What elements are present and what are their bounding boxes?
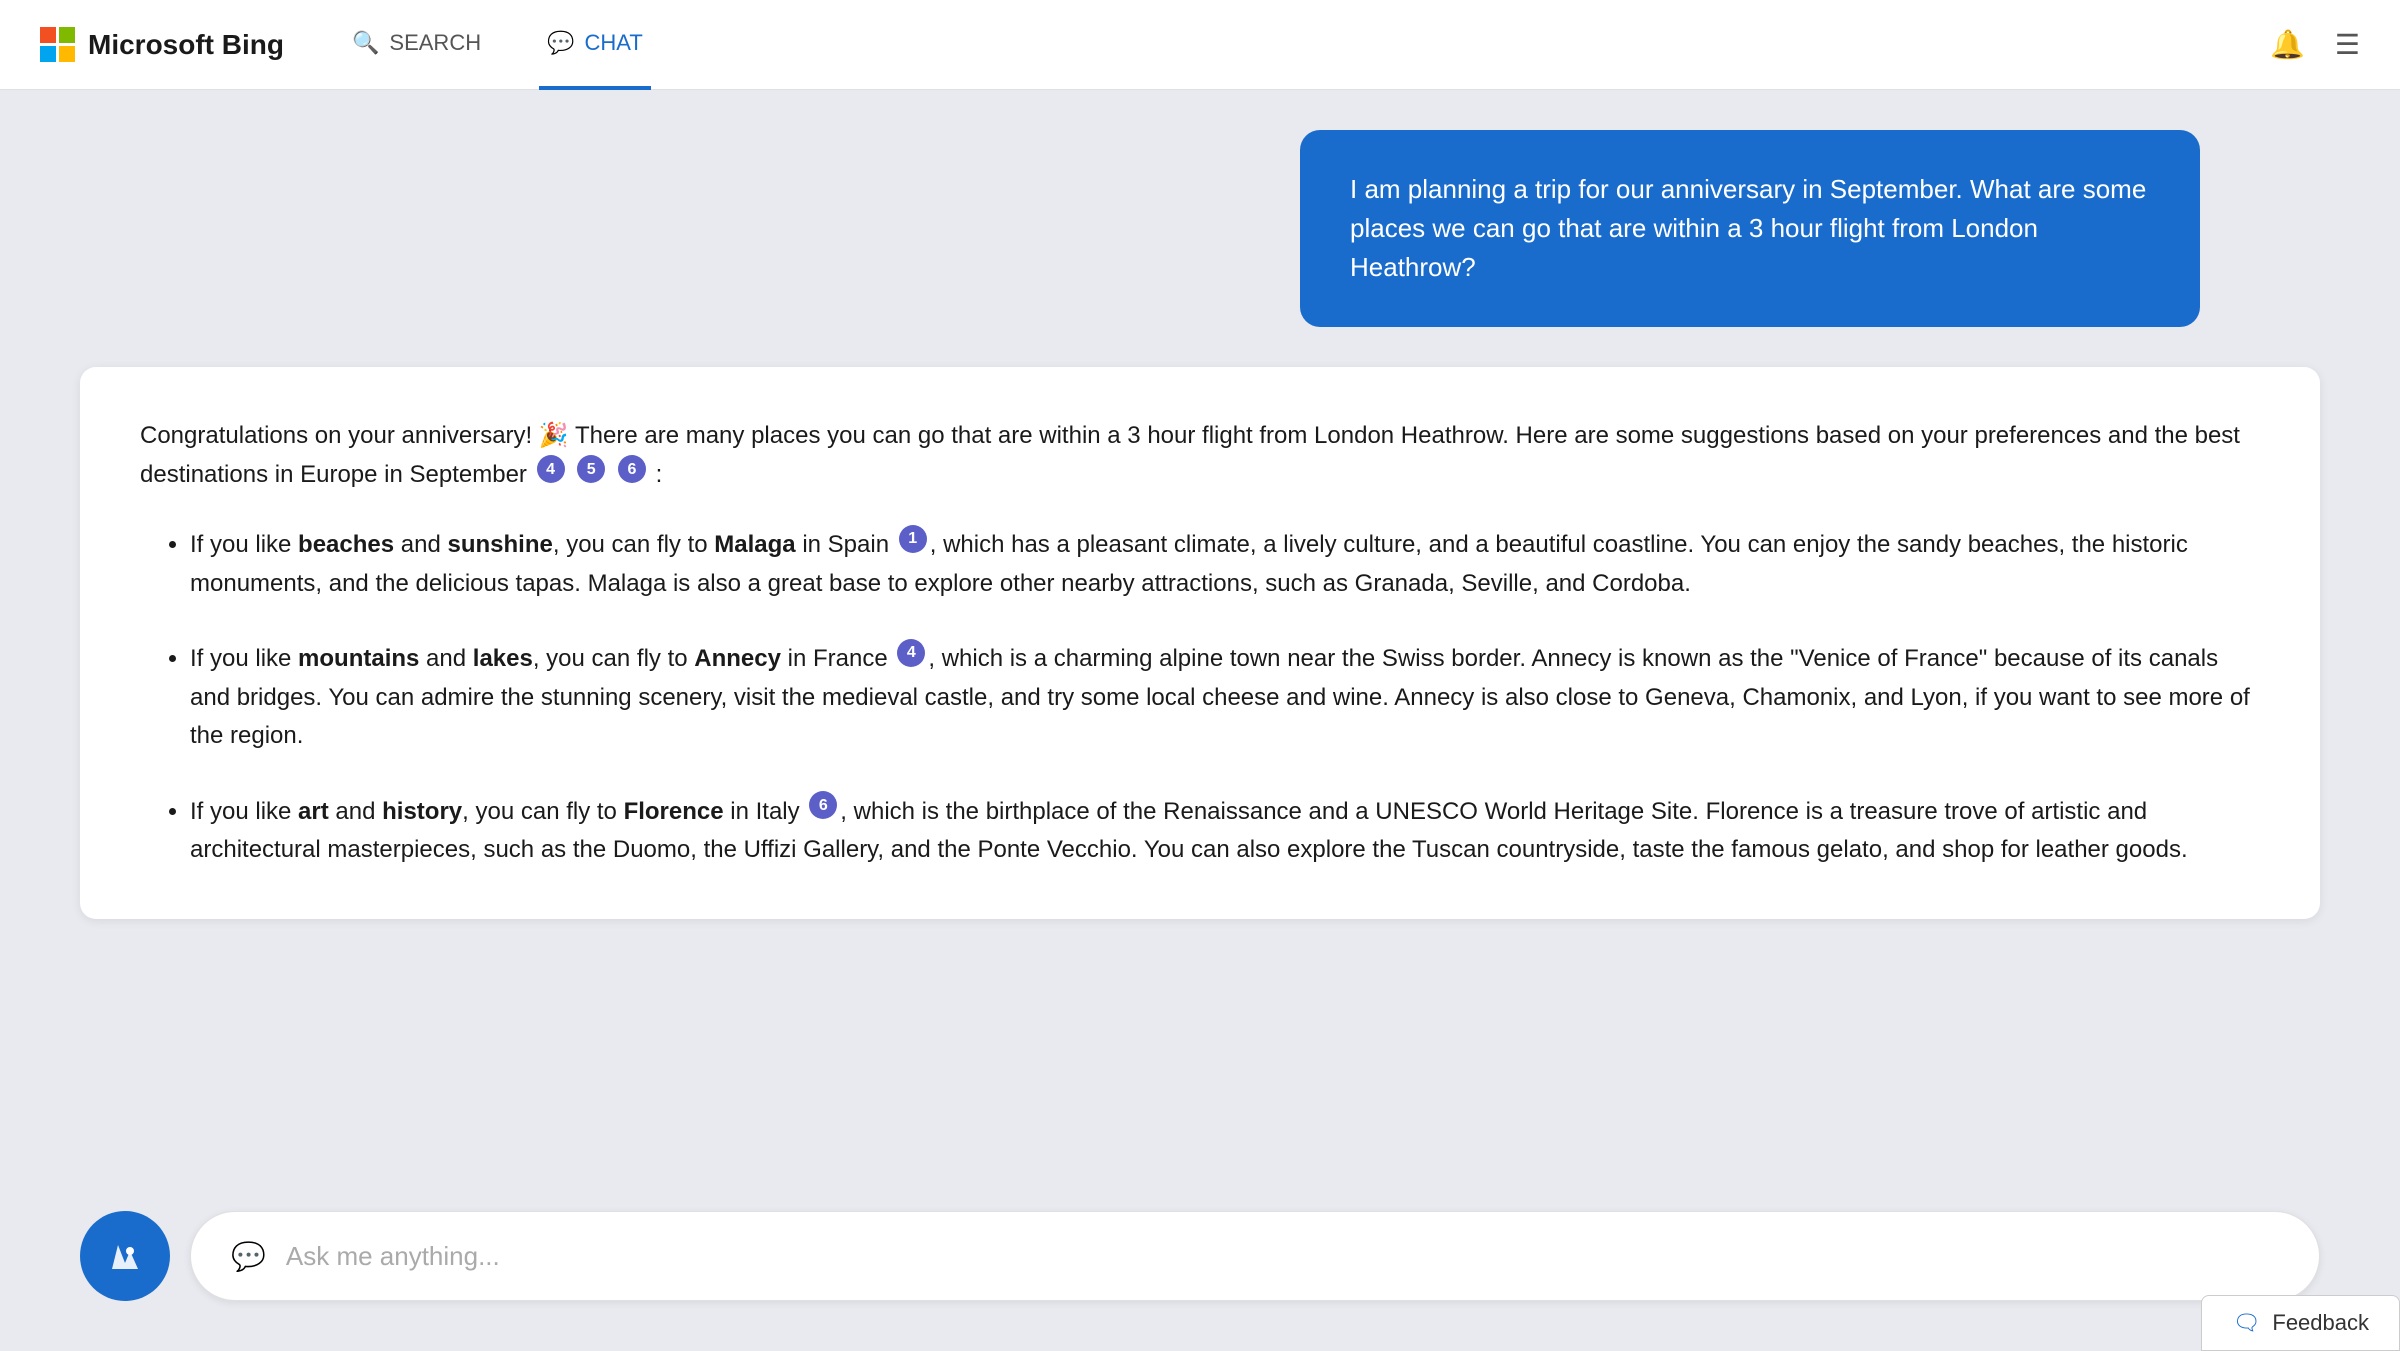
nav-search[interactable]: 🔍 SEARCH bbox=[344, 0, 489, 90]
logo-text: Microsoft Bing bbox=[88, 29, 284, 61]
ai-intro-paragraph: Congratulations on your anniversary! 🎉 T… bbox=[140, 417, 2260, 495]
citation-4b[interactable]: 4 bbox=[897, 639, 925, 667]
chat-input-box[interactable]: 💬 Ask me anything... bbox=[190, 1211, 2320, 1301]
citation-5[interactable]: 5 bbox=[577, 455, 605, 483]
destination-florence: Florence bbox=[624, 798, 724, 825]
nav-items: 🔍 SEARCH 💬 CHAT bbox=[344, 0, 2270, 90]
search-icon: 🔍 bbox=[352, 30, 379, 56]
header-right: 🔔 ☰ bbox=[2270, 28, 2360, 61]
keyword-history: history bbox=[382, 798, 462, 825]
nav-search-label: SEARCH bbox=[389, 30, 481, 56]
user-message-bubble: I am planning a trip for our anniversary… bbox=[1300, 130, 2200, 327]
logo-area: Microsoft Bing bbox=[40, 27, 284, 63]
list-item-florence: If you like art and history, you can fly… bbox=[190, 791, 2260, 869]
ai-response-text: Congratulations on your anniversary! 🎉 T… bbox=[140, 417, 2260, 869]
keyword-beaches: beaches bbox=[298, 531, 394, 558]
destination-annecy: Annecy bbox=[694, 645, 781, 672]
citation-1[interactable]: 1 bbox=[899, 525, 927, 553]
feedback-label: Feedback bbox=[2272, 1310, 2369, 1336]
input-placeholder-text: Ask me anything... bbox=[286, 1241, 500, 1272]
keyword-mountains: mountains bbox=[298, 645, 419, 672]
user-message-text: I am planning a trip for our anniversary… bbox=[1350, 174, 2146, 282]
ai-intro-text: Congratulations on your anniversary! 🎉 T… bbox=[140, 422, 2240, 489]
main-content: I am planning a trip for our anniversary… bbox=[0, 90, 2400, 1351]
bing-icon-button[interactable] bbox=[80, 1211, 170, 1301]
citation-6b[interactable]: 6 bbox=[809, 791, 837, 819]
feedback-button[interactable]: 🗨 Feedback bbox=[2201, 1295, 2400, 1351]
menu-icon[interactable]: ☰ bbox=[2335, 28, 2360, 61]
destination-malaga: Malaga bbox=[714, 531, 795, 558]
list-item-annecy: If you like mountains and lakes, you can… bbox=[190, 639, 2260, 755]
ai-response-area: Congratulations on your anniversary! 🎉 T… bbox=[80, 367, 2320, 919]
header: Microsoft Bing 🔍 SEARCH 💬 CHAT 🔔 ☰ bbox=[0, 0, 2400, 90]
keyword-lakes: lakes bbox=[473, 645, 533, 672]
microsoft-logo bbox=[40, 27, 76, 63]
ai-suggestions-list: If you like beaches and sunshine, you ca… bbox=[140, 525, 2260, 869]
nav-chat[interactable]: 💬 CHAT bbox=[539, 0, 651, 90]
chat-icon: 💬 bbox=[547, 30, 574, 56]
keyword-sunshine: sunshine bbox=[448, 531, 553, 558]
feedback-icon: 🗨 bbox=[2232, 1310, 2260, 1336]
nav-chat-label: CHAT bbox=[585, 30, 643, 56]
input-chat-icon: 💬 bbox=[231, 1240, 266, 1273]
user-message-area: I am planning a trip for our anniversary… bbox=[0, 130, 2400, 367]
input-bar-area: 💬 Ask me anything... bbox=[80, 1211, 2320, 1301]
bell-icon[interactable]: 🔔 bbox=[2270, 28, 2305, 61]
keyword-art: art bbox=[298, 798, 329, 825]
list-item-malaga: If you like beaches and sunshine, you ca… bbox=[190, 525, 2260, 603]
citation-4[interactable]: 4 bbox=[537, 455, 565, 483]
citation-6[interactable]: 6 bbox=[618, 455, 646, 483]
bing-logo-icon bbox=[100, 1231, 150, 1281]
